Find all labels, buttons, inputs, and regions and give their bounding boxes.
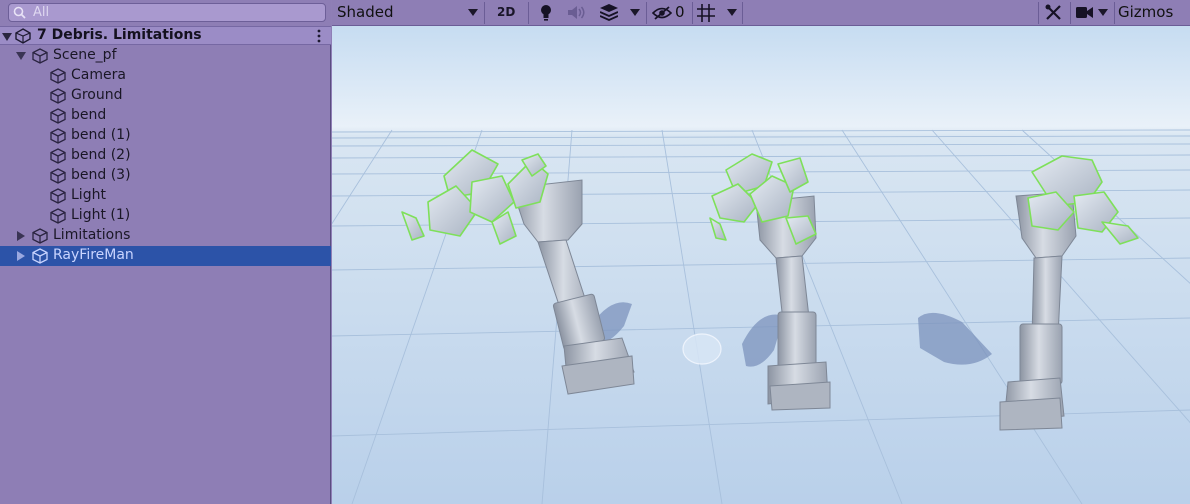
hierarchy-item-label: bend (3) [71, 167, 131, 183]
hierarchy-item-bend-3[interactable]: bend (3) [0, 166, 331, 186]
grid-toggle-button[interactable] [696, 0, 718, 25]
expand-down-icon[interactable] [2, 32, 12, 42]
gameobject-cube-icon [50, 108, 66, 124]
search-icon [13, 6, 26, 19]
gameobject-cube-icon [50, 68, 66, 84]
search-placeholder: All [33, 5, 50, 20]
scene-header-row[interactable]: 7 Debris. Limitations [0, 26, 331, 45]
gameobject-cube-icon [50, 88, 66, 104]
hidden-objects-count: 0 [675, 3, 685, 21]
toggle-2d-label: 2D [497, 5, 516, 19]
search-input[interactable]: All [8, 3, 326, 22]
hierarchy-item-rayfireman[interactable]: RayFireMan [0, 246, 331, 266]
chevron-down-icon [468, 9, 478, 16]
gizmos-dropdown[interactable]: Gizmos [1118, 0, 1190, 25]
expand-right-icon[interactable] [16, 251, 26, 261]
tools-icon [1045, 4, 1061, 20]
lightbulb-icon [541, 5, 551, 21]
hierarchy-item-label: Ground [71, 87, 123, 103]
gameobject-cube-icon [50, 168, 66, 184]
hierarchy-item-limitations[interactable]: Limitations [0, 226, 331, 246]
hierarchy-item-label: Light [71, 187, 106, 203]
tools-toggle-button[interactable] [1042, 0, 1066, 25]
hierarchy-item-label: RayFireMan [53, 247, 134, 263]
effects-dropdown-chevron-icon[interactable] [630, 9, 640, 16]
hierarchy-item-label: bend [71, 107, 107, 123]
scene-toolbar: Shaded 2D 0 Gizmos [332, 0, 1190, 26]
hierarchy-item-scene-pf[interactable]: Scene_pf [0, 46, 331, 66]
hierarchy-item-light[interactable]: Light [0, 186, 331, 206]
scene-render [332, 26, 1190, 504]
gizmos-label: Gizmos [1118, 3, 1174, 21]
toggle-2d-button[interactable]: 2D [490, 0, 522, 25]
hierarchy-item-camera[interactable]: Camera [0, 66, 331, 86]
gameobject-cube-icon [50, 208, 66, 224]
eye-slash-icon [652, 6, 672, 20]
grid-icon [697, 4, 715, 22]
more-options-icon[interactable] [317, 29, 321, 43]
hierarchy-item-label: bend (2) [71, 147, 131, 163]
hierarchy-item-label: Camera [71, 67, 126, 83]
hierarchy-item-ground[interactable]: Ground [0, 86, 331, 106]
scene-title: 7 Debris. Limitations [37, 27, 202, 43]
layers-icon [600, 4, 618, 21]
hierarchy-item-label: Limitations [53, 227, 131, 243]
hierarchy-item-label: bend (1) [71, 127, 131, 143]
gameobject-cube-icon [50, 148, 66, 164]
gameobject-cube-icon [32, 48, 48, 64]
hierarchy-item-bend-1[interactable]: bend (1) [0, 126, 331, 146]
gameobject-cube-icon [50, 188, 66, 204]
audio-toggle-button[interactable] [566, 0, 588, 25]
camera-settings-button[interactable] [1074, 0, 1112, 25]
expand-down-icon[interactable] [16, 51, 26, 61]
hierarchy-panel: All 7 Debris. Limitations Scene_pf Camera… [0, 0, 331, 504]
hierarchy-item-light-1[interactable]: Light (1) [0, 206, 331, 226]
scene-viewport[interactable] [332, 26, 1190, 504]
hierarchy-search-bar: All [0, 0, 331, 26]
gameobject-cube-icon [50, 128, 66, 144]
hierarchy-item-bend[interactable]: bend [0, 106, 331, 126]
hierarchy-item-label: Scene_pf [53, 47, 117, 63]
lighting-toggle-button[interactable] [536, 0, 558, 25]
expand-right-icon[interactable] [16, 231, 26, 241]
gameobject-cube-icon [32, 248, 48, 264]
draw-mode-dropdown[interactable]: Shaded [332, 0, 482, 25]
hidden-objects-toggle-button[interactable]: 0 [652, 0, 688, 25]
light-gizmo[interactable] [682, 333, 722, 365]
hierarchy-item-label: Light (1) [71, 207, 131, 223]
effects-toggle-button[interactable] [598, 0, 620, 25]
video-camera-icon [1076, 7, 1093, 18]
chevron-down-icon [1098, 9, 1108, 16]
grid-dropdown-chevron-icon[interactable] [727, 9, 737, 16]
draw-mode-label: Shaded [337, 3, 394, 21]
hierarchy-item-bend-2[interactable]: bend (2) [0, 146, 331, 166]
unity-scene-icon [15, 28, 31, 44]
scene-view: Shaded 2D 0 Gizmos [332, 0, 1190, 504]
speaker-icon [568, 6, 585, 19]
gameobject-cube-icon [32, 228, 48, 244]
